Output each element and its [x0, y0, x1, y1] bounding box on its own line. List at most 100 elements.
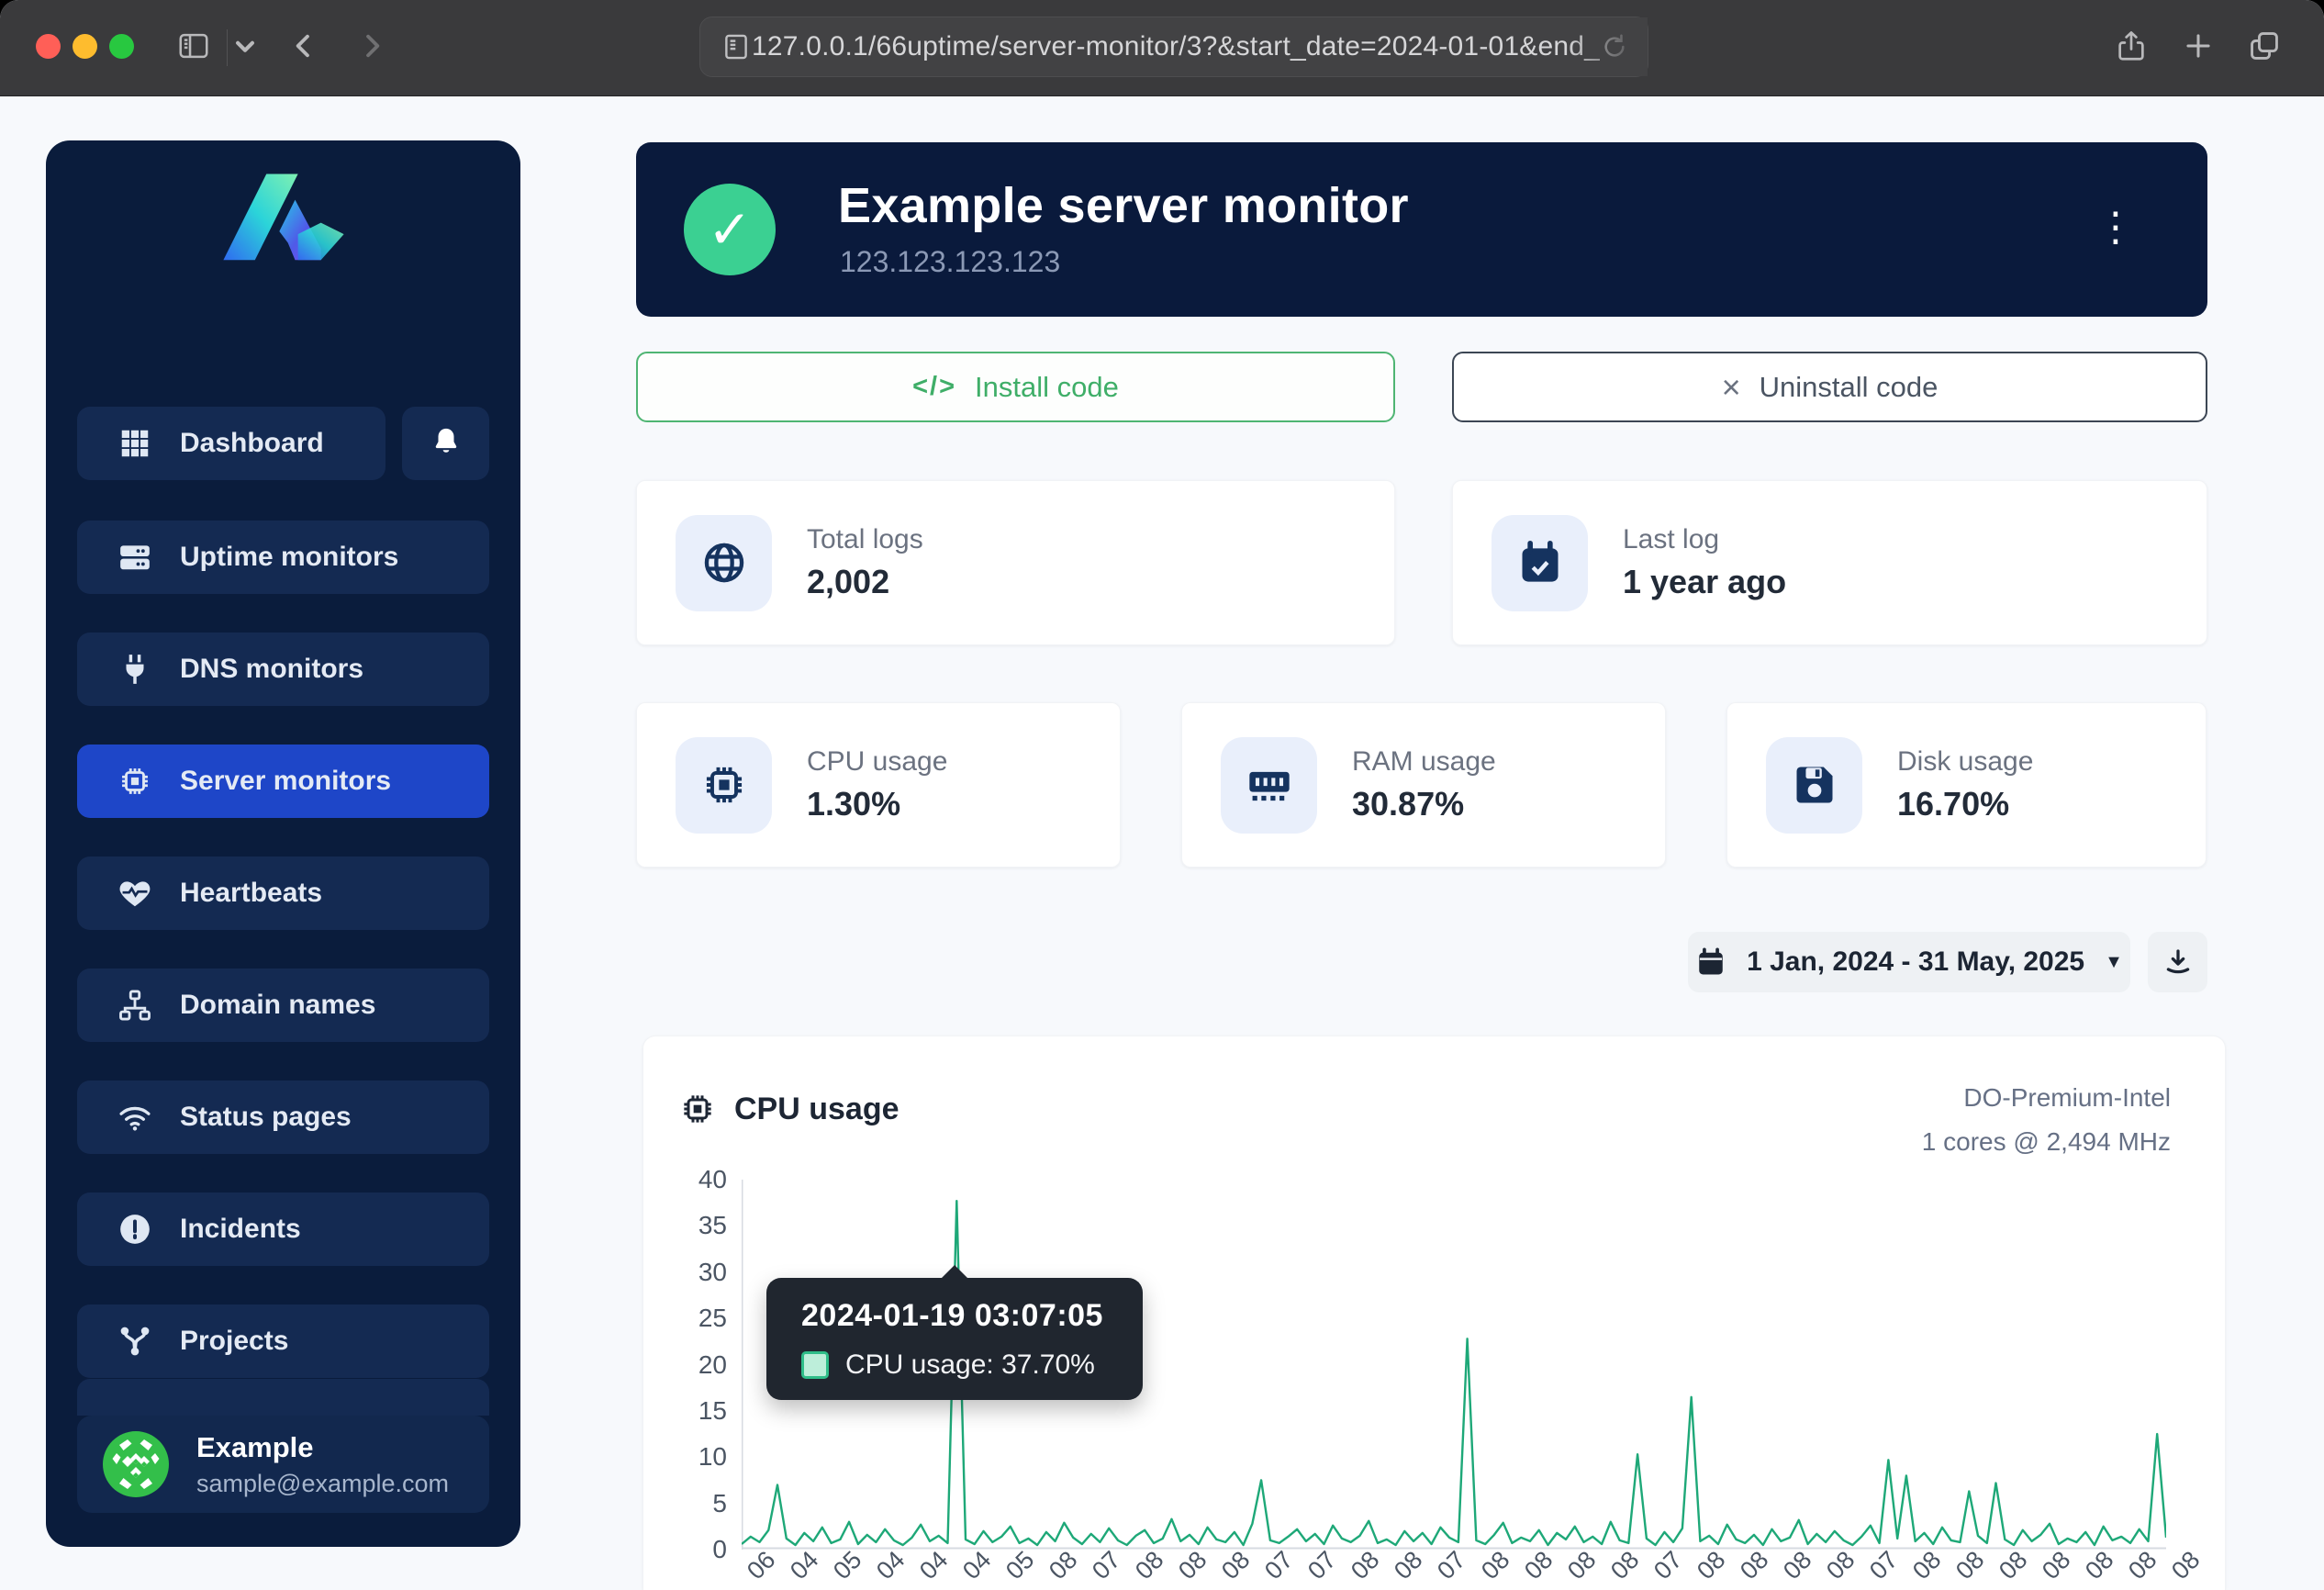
sidebar-item-label: DNS monitors — [180, 654, 363, 685]
monitor-title: Example server monitor — [838, 177, 1409, 234]
sidebar-item-domain-names[interactable]: Domain names — [77, 969, 489, 1042]
stat-value: 2,002 — [807, 563, 923, 601]
tabs-icon — [2247, 28, 2282, 68]
tooltip-value: CPU usage: 37.70% — [845, 1349, 1095, 1381]
split-icon — [117, 1324, 152, 1359]
sidebar-item-label: Uptime monitors — [180, 542, 398, 573]
stat-card-total-logs: Total logs 2,002 — [636, 480, 1395, 645]
share-icon — [2114, 28, 2149, 68]
app-logo — [46, 166, 520, 276]
y-axis-tick: 20 — [663, 1350, 727, 1380]
chart-tooltip: 2024-01-19 03:07:05 CPU usage: 37.70% — [766, 1278, 1143, 1400]
sidebar-item-label: Domain names — [180, 990, 375, 1021]
calendar-icon — [1695, 946, 1726, 978]
sidebar-toggle-button[interactable] — [176, 20, 211, 75]
browser-toolbar: 127.0.0.1/66uptime/server-monitor/3?&sta… — [0, 0, 2324, 96]
ram-icon — [1221, 737, 1317, 834]
sidebar-item-label: Server monitors — [180, 766, 391, 797]
reader-page-icon — [721, 31, 752, 62]
sitemap-icon — [117, 988, 152, 1023]
calendar-check-icon — [1492, 515, 1588, 611]
traffic-light-zoom[interactable] — [109, 34, 134, 59]
sidebar-item-label: Incidents — [180, 1214, 301, 1245]
tab-overview-button[interactable] — [2247, 20, 2282, 75]
y-axis-tick: 25 — [663, 1304, 727, 1333]
user-card[interactable]: Example sample@example.com — [77, 1416, 489, 1513]
sidebar-item-label: Projects — [180, 1326, 288, 1357]
y-axis-tick: 15 — [663, 1396, 727, 1426]
download-icon — [2162, 946, 2194, 978]
sidebar-chevron-button[interactable] — [228, 20, 263, 75]
monitor-ip: 123.123.123.123 — [840, 245, 1060, 279]
sidebar-item-incidents[interactable]: Incidents — [77, 1192, 489, 1266]
user-email: sample@example.com — [196, 1470, 449, 1498]
avatar — [103, 1431, 169, 1497]
browser-window: 127.0.0.1/66uptime/server-monitor/3?&sta… — [0, 0, 2324, 1590]
sidebar-toggle-icon — [176, 28, 211, 68]
stat-card-disk-usage: Disk usage 16.70% — [1726, 702, 2207, 868]
sidebar-item-label: Heartbeats — [180, 878, 322, 909]
stat-value: 16.70% — [1897, 785, 2033, 823]
sidebar-nav: Dashboard Uptime monitors DNS monitors Ser… — [77, 407, 489, 1528]
code-icon: </> — [912, 372, 956, 402]
heart-pulse-icon — [117, 876, 152, 911]
sidebar-item-uptime-monitors[interactable]: Uptime monitors — [77, 521, 489, 594]
close-icon: × — [1722, 368, 1741, 407]
chevron-left-icon — [286, 28, 321, 68]
chevron-right-icon — [354, 28, 389, 68]
sidebar-item-heartbeats[interactable]: Heartbeats — [77, 857, 489, 930]
sidebar-item-server-monitors[interactable]: Server monitors — [77, 745, 489, 818]
forward-button[interactable] — [354, 20, 389, 75]
user-name: Example — [196, 1431, 449, 1464]
y-axis-tick: 5 — [663, 1489, 727, 1518]
notifications-button[interactable] — [402, 407, 489, 480]
sidebar-item-partial — [77, 1379, 489, 1416]
sidebar-item-dns-monitors[interactable]: DNS monitors — [77, 633, 489, 706]
disk-icon — [1766, 737, 1862, 834]
dashboard-grid-icon — [117, 426, 152, 461]
stat-value: 30.87% — [1352, 785, 1496, 823]
stat-card-ram-usage: RAM usage 30.87% — [1181, 702, 1666, 868]
plug-icon — [117, 652, 152, 687]
install-code-label: Install code — [975, 371, 1119, 404]
share-button[interactable] — [2114, 20, 2149, 75]
stat-value: 1 year ago — [1623, 563, 1786, 601]
caret-down-icon: ▼ — [2105, 952, 2123, 973]
date-range-picker[interactable]: 1 Jan, 2024 - 31 May, 2025 ▼ — [1688, 932, 2130, 992]
address-bar[interactable]: 127.0.0.1/66uptime/server-monitor/3?&sta… — [699, 17, 1648, 77]
alert-circle-icon — [117, 1212, 152, 1247]
status-up-check-icon: ✓ — [684, 184, 776, 275]
sidebar-item-label: Dashboard — [180, 428, 324, 459]
sidebar: Dashboard Uptime monitors DNS monitors Ser… — [46, 140, 520, 1547]
stat-card-last-log: Last log1 year ago — [1452, 480, 2207, 645]
chip-icon — [676, 737, 772, 834]
y-axis-tick: 35 — [663, 1211, 727, 1240]
plus-icon — [2181, 28, 2216, 68]
bell-icon — [430, 426, 462, 462]
y-axis-tick: 10 — [663, 1442, 727, 1472]
url-fade — [1565, 17, 1648, 76]
traffic-light-close[interactable] — [36, 34, 61, 59]
install-code-button[interactable]: </> Install code — [636, 352, 1395, 422]
series-swatch — [801, 1351, 829, 1379]
tooltip-timestamp: 2024-01-19 03:07:05 — [801, 1298, 1103, 1334]
back-button[interactable] — [286, 20, 321, 75]
kebab-menu-icon[interactable]: ⋮ — [2095, 199, 2136, 256]
sidebar-item-dashboard[interactable]: Dashboard — [77, 407, 385, 480]
stat-label: RAM usage — [1352, 746, 1496, 778]
globe-icon — [676, 515, 772, 611]
stat-card-cpu-usage: CPU usage1.30% — [636, 702, 1121, 868]
sidebar-item-projects[interactable]: Projects — [77, 1304, 489, 1378]
y-axis-tick: 0 — [663, 1535, 727, 1564]
new-tab-button[interactable] — [2181, 20, 2216, 75]
download-button[interactable] — [2148, 932, 2207, 992]
stat-label: Total logs — [807, 524, 923, 555]
server-cores-label: 1 cores @ 2,494 MHz — [0, 1127, 2171, 1157]
uninstall-code-label: Uninstall code — [1760, 371, 1939, 404]
stat-label: Disk usage — [1897, 746, 2033, 778]
uninstall-code-button[interactable]: × Uninstall code — [1452, 352, 2207, 422]
stat-label: CPU usage — [807, 746, 947, 778]
url-text: 127.0.0.1/66uptime/server-monitor/3?&sta… — [752, 31, 1600, 62]
server-plan-label: DO-Premium-Intel — [0, 1083, 2171, 1113]
traffic-light-minimize[interactable] — [73, 34, 97, 59]
